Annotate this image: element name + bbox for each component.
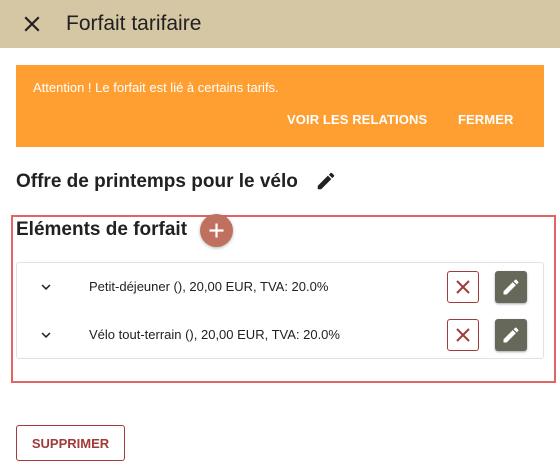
- edit-item-button[interactable]: [495, 271, 527, 303]
- list-item-label: Vélo tout-terrain (), 20,00 EUR, TVA: 20…: [89, 327, 340, 342]
- elements-section-title: Eléments de forfait: [16, 219, 188, 240]
- elements-list: Petit-déjeuner (), 20,00 EUR, TVA: 20.0%…: [16, 262, 544, 359]
- plus-icon: [209, 223, 224, 238]
- edit-item-button[interactable]: [495, 319, 527, 351]
- list-item: Vélo tout-terrain (), 20,00 EUR, TVA: 20…: [17, 311, 543, 358]
- alert-message: Attention ! Le forfait est lié à certain…: [33, 80, 279, 95]
- close-icon: [456, 280, 470, 294]
- pencil-icon[interactable]: [315, 170, 337, 192]
- list-item-label: Petit-déjeuner (), 20,00 EUR, TVA: 20.0%: [89, 279, 329, 294]
- view-relations-button[interactable]: VOIR LES RELATIONS: [287, 112, 427, 128]
- delete-package-button[interactable]: SUPPRIMER: [16, 425, 125, 461]
- delete-item-button[interactable]: [447, 319, 479, 351]
- page-title: Forfait tarifaire: [66, 12, 202, 35]
- app-header: Forfait tarifaire: [0, 0, 560, 48]
- close-icon[interactable]: [20, 12, 44, 36]
- chevron-down-icon[interactable]: [37, 278, 55, 296]
- list-item: Petit-déjeuner (), 20,00 EUR, TVA: 20.0%: [17, 263, 543, 310]
- pencil-icon: [503, 327, 519, 343]
- close-icon: [456, 328, 470, 342]
- offer-name: Offre de printemps pour le vélo: [16, 171, 298, 192]
- delete-item-button[interactable]: [447, 271, 479, 303]
- dismiss-alert-button[interactable]: FERMER: [458, 112, 514, 128]
- chevron-down-icon[interactable]: [37, 326, 55, 344]
- add-element-button[interactable]: [200, 214, 233, 247]
- warning-alert: Attention ! Le forfait est lié à certain…: [16, 65, 544, 147]
- pencil-icon: [503, 279, 519, 295]
- delete-package-label: SUPPRIMER: [31, 436, 110, 451]
